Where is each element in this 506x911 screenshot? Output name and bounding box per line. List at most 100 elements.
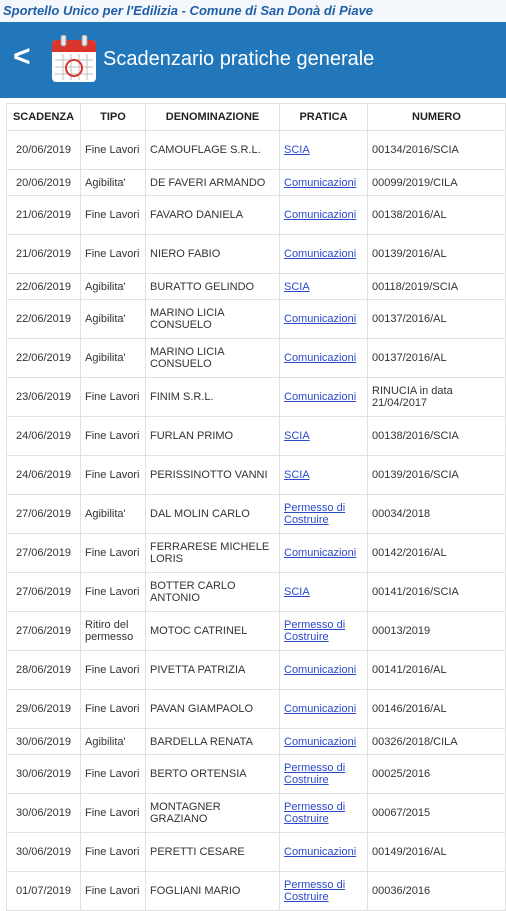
cell-pratica-link[interactable]: Comunicazioni bbox=[279, 169, 368, 196]
cell-denominazione: BERTO ORTENSIA bbox=[145, 754, 280, 794]
table-row: 30/06/2019 Fine Lavori BERTO ORTENSIA Perme… bbox=[6, 754, 506, 794]
cell-scadenza: 23/06/2019 bbox=[6, 377, 81, 417]
table-row: 20/06/2019 Agibilita' DE FAVERI ARMANDO Com… bbox=[6, 169, 506, 196]
column-header-numero: NUMERO bbox=[367, 103, 506, 131]
cell-pratica-link[interactable]: Comunicazioni bbox=[279, 533, 368, 573]
cell-pratica-link[interactable]: Comunicazioni bbox=[279, 689, 368, 729]
cell-pratica-link[interactable]: Permesso di Costruire bbox=[279, 754, 368, 794]
cell-tipo: Fine Lavori bbox=[80, 455, 146, 495]
cell-numero: 00142/2016/AL bbox=[367, 533, 506, 573]
table-row: 24/06/2019 Fine Lavori FURLAN PRIMO SCIA 001… bbox=[6, 416, 506, 456]
cell-tipo: Agibilita' bbox=[80, 338, 146, 378]
cell-pratica-link[interactable]: SCIA bbox=[279, 130, 368, 170]
table-row: 22/06/2019 Agibilita' MARINO LICIA CONSUEL… bbox=[6, 299, 506, 339]
cell-scadenza: 29/06/2019 bbox=[6, 689, 81, 729]
cell-tipo: Ritiro del permesso bbox=[80, 611, 146, 651]
cell-scadenza: 21/06/2019 bbox=[6, 195, 81, 235]
table-row: 30/06/2019 Fine Lavori PERETTI CESARE Comun… bbox=[6, 832, 506, 872]
cell-pratica-link[interactable]: Comunicazioni bbox=[279, 728, 368, 755]
page-title: Scadenzario pratiche generale bbox=[103, 48, 375, 70]
cell-pratica-link[interactable]: SCIA bbox=[279, 273, 368, 300]
table-row: 21/06/2019 Fine Lavori FAVARO DANIELA Comun… bbox=[6, 195, 506, 235]
cell-tipo: Agibilita' bbox=[80, 169, 146, 196]
cell-pratica-link[interactable]: Comunicazioni bbox=[279, 338, 368, 378]
cell-denominazione: FINIM S.R.L. bbox=[145, 377, 280, 417]
table-row: 27/06/2019 Ritiro del permesso MOTOC CATRI… bbox=[6, 611, 506, 651]
column-header-denominazione: DENOMINAZIONE bbox=[145, 103, 280, 131]
table-row: 21/06/2019 Fine Lavori NIERO FABIO Comunica… bbox=[6, 234, 506, 274]
app-banner: Sportello Unico per l'Edilizia - Comune … bbox=[0, 0, 506, 23]
cell-numero: 00137/2016/AL bbox=[367, 299, 506, 339]
cell-scadenza: 30/06/2019 bbox=[6, 728, 81, 755]
cell-pratica-link[interactable]: SCIA bbox=[279, 416, 368, 456]
cell-scadenza: 24/06/2019 bbox=[6, 455, 81, 495]
cell-scadenza: 24/06/2019 bbox=[6, 416, 81, 456]
cell-pratica-link[interactable]: Comunicazioni bbox=[279, 195, 368, 235]
cell-denominazione: PERETTI CESARE bbox=[145, 832, 280, 872]
cell-tipo: Agibilita' bbox=[80, 728, 146, 755]
back-arrow-icon[interactable]: < bbox=[13, 39, 35, 75]
cell-pratica-link[interactable]: Permesso di Costruire bbox=[279, 494, 368, 534]
cell-scadenza: 22/06/2019 bbox=[6, 299, 81, 339]
cell-tipo: Fine Lavori bbox=[80, 377, 146, 417]
table-row: 24/06/2019 Fine Lavori PERISSINOTTO VANNI S… bbox=[6, 455, 506, 495]
cell-numero: 00099/2019/CILA bbox=[367, 169, 506, 196]
cell-denominazione: BOTTER CARLO ANTONIO bbox=[145, 572, 280, 612]
deadlines-table: SCADENZA TIPO DENOMINAZIONE PRATICA NUME… bbox=[6, 103, 506, 911]
cell-tipo: Agibilita' bbox=[80, 299, 146, 339]
cell-pratica-link[interactable]: SCIA bbox=[279, 572, 368, 612]
cell-denominazione: PERISSINOTTO VANNI bbox=[145, 455, 280, 495]
column-header-tipo: TIPO bbox=[80, 103, 146, 131]
cell-scadenza: 01/07/2019 bbox=[6, 871, 81, 911]
cell-pratica-link[interactable]: Permesso di Costruire bbox=[279, 871, 368, 911]
cell-numero: 00139/2016/SCIA bbox=[367, 455, 506, 495]
cell-numero: 00134/2016/SCIA bbox=[367, 130, 506, 170]
cell-numero: 00146/2016/AL bbox=[367, 689, 506, 729]
cell-denominazione: BURATTO GELINDO bbox=[145, 273, 280, 300]
cell-numero: 00326/2018/CILA bbox=[367, 728, 506, 755]
cell-tipo: Fine Lavori bbox=[80, 832, 146, 872]
cell-scadenza: 21/06/2019 bbox=[6, 234, 81, 274]
cell-denominazione: DE FAVERI ARMANDO bbox=[145, 169, 280, 196]
cell-pratica-link[interactable]: Permesso di Costruire bbox=[279, 793, 368, 833]
cell-denominazione: FOGLIANI MARIO bbox=[145, 871, 280, 911]
cell-pratica-link[interactable]: Comunicazioni bbox=[279, 650, 368, 690]
table-row: 27/06/2019 Fine Lavori FERRARESE MICHELE L… bbox=[6, 533, 506, 573]
cell-tipo: Fine Lavori bbox=[80, 689, 146, 729]
table-row: 30/06/2019 Fine Lavori MONTAGNER GRAZIANO P… bbox=[6, 793, 506, 833]
cell-numero: 00138/2016/AL bbox=[367, 195, 506, 235]
cell-scadenza: 30/06/2019 bbox=[6, 832, 81, 872]
cell-scadenza: 27/06/2019 bbox=[6, 611, 81, 651]
cell-denominazione: PAVAN GIAMPAOLO bbox=[145, 689, 280, 729]
cell-numero: 00067/2015 bbox=[367, 793, 506, 833]
cell-numero: 00137/2016/AL bbox=[367, 338, 506, 378]
cell-denominazione: BARDELLA RENATA bbox=[145, 728, 280, 755]
cell-denominazione: FURLAN PRIMO bbox=[145, 416, 280, 456]
cell-numero: 00141/2016/AL bbox=[367, 650, 506, 690]
cell-pratica-link[interactable]: Comunicazioni bbox=[279, 377, 368, 417]
cell-pratica-link[interactable]: Comunicazioni bbox=[279, 832, 368, 872]
cell-pratica-link[interactable]: Comunicazioni bbox=[279, 234, 368, 274]
table-row: 22/06/2019 Agibilita' MARINO LICIA CONSUEL… bbox=[6, 338, 506, 378]
table-row: 28/06/2019 Fine Lavori PIVETTA PATRIZIA Com… bbox=[6, 650, 506, 690]
header-bar: < Scadenzario pratiche generale bbox=[0, 22, 506, 98]
cell-denominazione: FERRARESE MICHELE LORIS bbox=[145, 533, 280, 573]
cell-denominazione: FAVARO DANIELA bbox=[145, 195, 280, 235]
cell-scadenza: 30/06/2019 bbox=[6, 754, 81, 794]
cell-tipo: Fine Lavori bbox=[80, 234, 146, 274]
cell-pratica-link[interactable]: Comunicazioni bbox=[279, 299, 368, 339]
cell-denominazione: CAMOUFLAGE S.R.L. bbox=[145, 130, 280, 170]
table-body: 20/06/2019 Fine Lavori CAMOUFLAGE S.R.L. SC… bbox=[6, 130, 506, 911]
cell-numero: 00118/2019/SCIA bbox=[367, 273, 506, 300]
table-row: 01/07/2019 Fine Lavori FOGLIANI MARIO Perme… bbox=[6, 871, 506, 911]
cell-scadenza: 27/06/2019 bbox=[6, 494, 81, 534]
column-header-scadenza: SCADENZA bbox=[6, 103, 81, 131]
cell-pratica-link[interactable]: Permesso di Costruire bbox=[279, 611, 368, 651]
cell-scadenza: 20/06/2019 bbox=[6, 130, 81, 170]
table-row: 27/06/2019 Fine Lavori BOTTER CARLO ANTONI… bbox=[6, 572, 506, 612]
cell-tipo: Agibilita' bbox=[80, 494, 146, 534]
cell-pratica-link[interactable]: SCIA bbox=[279, 455, 368, 495]
cell-tipo: Fine Lavori bbox=[80, 572, 146, 612]
calendar-icon bbox=[52, 35, 96, 82]
cell-tipo: Fine Lavori bbox=[80, 195, 146, 235]
